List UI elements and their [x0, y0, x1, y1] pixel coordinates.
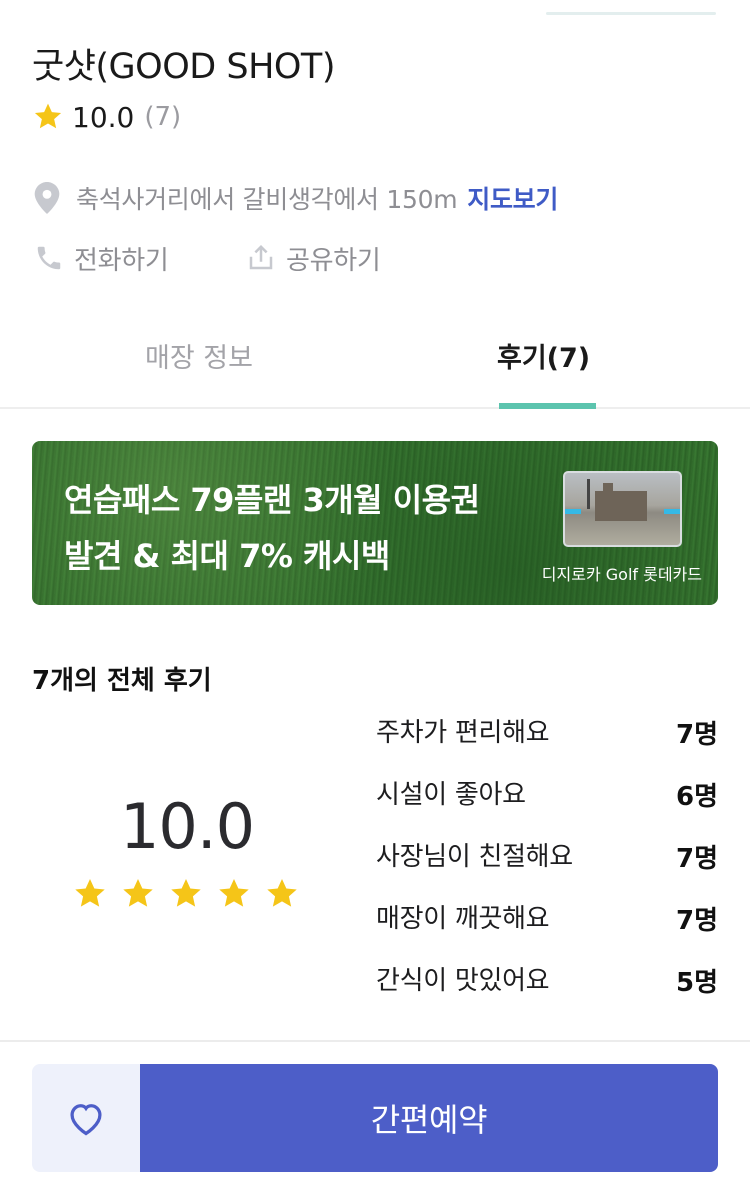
keyword-count: 7명 [675, 844, 718, 874]
tab-reviews[interactable]: 후기(7) [497, 336, 590, 375]
review-heading: 7개의 전체 후기 [32, 666, 212, 696]
keyword-count: 7명 [675, 906, 718, 936]
card-stripe-left [565, 509, 581, 514]
banner-card-image [563, 471, 682, 547]
star-icon [75, 879, 105, 907]
star-icon [219, 879, 249, 907]
banner-sponsor: 디지로카 Golf 롯데카드 [541, 565, 702, 584]
call-button[interactable]: 전화하기 [34, 238, 169, 278]
keyword-count: 7명 [675, 720, 718, 750]
star-icon [123, 879, 153, 907]
keyword-count: 5명 [675, 968, 718, 998]
quick-reserve-button[interactable]: 간편예약 [140, 1064, 718, 1172]
keyword-label: 간식이 맛있어요 [376, 966, 550, 996]
keyword-label: 사장님이 친절해요 [376, 842, 573, 872]
bottom-divider [0, 1040, 750, 1042]
share-icon [249, 244, 273, 270]
tab-store-info[interactable]: 매장 정보 [145, 336, 253, 375]
review-stars [72, 876, 312, 912]
map-view-link[interactable]: 지도보기 [467, 180, 558, 216]
keyword-label: 주차가 편리해요 [376, 718, 550, 748]
rating-summary: 10.0 (7) [32, 100, 181, 134]
keyword-count: 6명 [675, 782, 718, 812]
share-label: 공유하기 [286, 245, 381, 276]
store-title: 굿샷(GOOD SHOT) [32, 47, 335, 87]
reserve-label: 간편예약 [370, 1101, 488, 1139]
top-handle [546, 12, 716, 15]
keyword-row: 매장이 깨끗해요 7명 [376, 898, 718, 960]
rating-value: 10.0 [72, 100, 135, 134]
review-keyword-list: 주차가 편리해요 7명 시설이 좋아요 6명 사장님이 친절해요 7명 매장이 … [376, 712, 718, 1022]
star-icon [267, 879, 297, 907]
share-button[interactable]: 공유하기 [246, 238, 381, 278]
promo-banner[interactable]: 연습패스 79플랜 3개월 이용권 발견 & 최대 7% 캐시백 디지로카 Go… [32, 441, 718, 605]
map-pin-icon [34, 182, 60, 214]
keyword-row: 주차가 편리해요 7명 [376, 712, 718, 774]
keyword-row: 사장님이 친절해요 7명 [376, 836, 718, 898]
call-label: 전화하기 [74, 245, 169, 276]
star-icon [34, 103, 62, 129]
active-tab-indicator [499, 403, 596, 409]
phone-icon [37, 246, 61, 270]
tab-bar: 매장 정보 후기(7) [0, 318, 750, 409]
rating-count: (7) [144, 102, 182, 132]
banner-subline: 발견 & 최대 7% 캐시백 [64, 537, 390, 575]
address-text: 축석사거리에서 갈비생각에서 150m [76, 185, 458, 214]
favorite-button[interactable] [32, 1064, 140, 1172]
keyword-label: 매장이 깨끗해요 [376, 904, 550, 934]
banner-headline: 연습패스 79플랜 3개월 이용권 [64, 481, 480, 519]
keyword-row: 간식이 맛있어요 5명 [376, 960, 718, 1022]
review-score: 10.0 [119, 790, 255, 863]
address-row: 축석사거리에서 갈비생각에서 150m 지도보기 [34, 178, 558, 218]
card-stripe-right [664, 509, 680, 514]
flag-pole [587, 479, 590, 509]
keyword-row: 시설이 좋아요 6명 [376, 774, 718, 836]
star-icon [171, 879, 201, 907]
keyword-label: 시설이 좋아요 [376, 780, 526, 810]
building [595, 491, 647, 521]
heart-icon [70, 1104, 102, 1136]
